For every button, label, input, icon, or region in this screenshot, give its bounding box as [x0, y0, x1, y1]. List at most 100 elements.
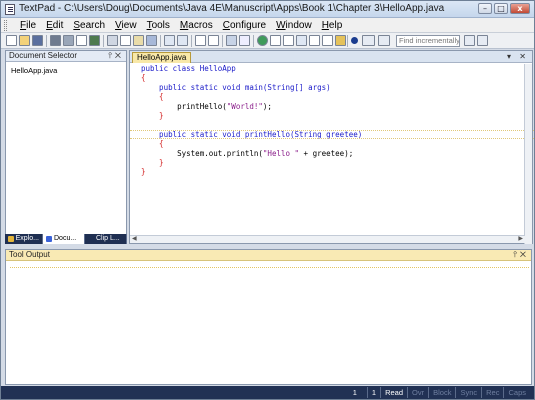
close-button[interactable]: x	[510, 3, 530, 14]
undo-icon[interactable]	[164, 35, 175, 46]
editor-tab-controls[interactable]: ▾ ✕	[507, 51, 529, 62]
print-preview-icon[interactable]	[76, 35, 87, 46]
spelling-icon[interactable]	[89, 35, 100, 46]
code-token: }	[141, 110, 164, 120]
tab-clip-library[interactable]: Clip L...	[85, 234, 127, 244]
delete-icon[interactable]	[146, 35, 157, 46]
toolbar-separator	[103, 35, 104, 47]
find-previous-up-icon[interactable]	[477, 35, 488, 46]
toolbar: Find incrementally	[1, 33, 534, 49]
find-incrementally-input[interactable]: Find incrementally	[396, 35, 460, 47]
find-icon[interactable]	[296, 35, 307, 46]
document-list-item[interactable]: HelloApp.java	[6, 62, 126, 75]
tool-output-title: Tool Output	[9, 250, 50, 259]
status-sync[interactable]: Sync	[455, 387, 481, 398]
bookmark-icon[interactable]	[335, 35, 346, 46]
menu-macros[interactable]: Macros	[175, 20, 218, 31]
textpad-app-icon[interactable]	[5, 4, 15, 15]
code-token: public static void main(String[] args)	[141, 82, 331, 92]
spell-check-icon[interactable]	[270, 35, 281, 46]
macro-dropdown-icon[interactable]	[378, 35, 390, 46]
redo-icon[interactable]	[177, 35, 188, 46]
scroll-right-icon[interactable]: ▶	[518, 235, 523, 242]
menu-file-label: ile	[26, 19, 37, 31]
menu-file[interactable]: File	[15, 20, 41, 31]
menu-view-label: iew	[121, 19, 137, 31]
code-line[interactable]: public class HelloApp	[141, 64, 525, 73]
menu-search-label: earch	[80, 19, 106, 31]
status-line-number: 1	[352, 388, 357, 397]
find-next-down-icon[interactable]	[464, 35, 475, 46]
document-selector-panel: Document Selector ⫯✕ HelloApp.java	[5, 50, 127, 242]
code-line[interactable]: {	[141, 73, 525, 82]
toolbar-separator	[191, 35, 192, 47]
compare-files-icon[interactable]	[283, 35, 294, 46]
code-line[interactable]: }	[141, 158, 525, 167]
web-browser-icon[interactable]	[257, 35, 268, 46]
code-token: {	[141, 139, 164, 149]
close-icon[interactable]: ✕	[115, 51, 124, 60]
save-icon[interactable]	[32, 35, 43, 46]
code-editor[interactable]: public class HelloApp{ public static voi…	[130, 64, 534, 234]
word-wrap-icon[interactable]	[226, 35, 237, 46]
open-folder-icon[interactable]	[19, 35, 30, 46]
document-selector-header: Document Selector ⫯✕	[6, 51, 126, 62]
record-macro-icon[interactable]	[351, 37, 358, 44]
print-icon[interactable]	[63, 35, 74, 46]
close-icon[interactable]: ✕	[520, 250, 529, 259]
editor-panel: HelloApp.java ▾ ✕ public class HelloApp{…	[129, 50, 534, 244]
status-recording[interactable]: Rec	[481, 387, 503, 398]
menu-edit[interactable]: Edit	[41, 20, 68, 31]
title-bar[interactable]: TextPad - C:\Users\Doug\Documents\Java 4…	[1, 1, 534, 18]
menu-window[interactable]: Window	[271, 20, 317, 31]
indent-icon[interactable]	[195, 35, 206, 46]
scroll-left-icon[interactable]: ◀	[132, 235, 137, 242]
maximize-button[interactable]: □	[494, 3, 508, 14]
code-token: }	[141, 167, 146, 177]
tab-helloapp-java[interactable]: HelloApp.java	[132, 52, 192, 63]
menu-view[interactable]: View	[110, 20, 142, 31]
horizontal-scrollbar[interactable]: ◀ ▶	[130, 235, 525, 243]
save-all-icon[interactable]	[50, 35, 61, 46]
code-line[interactable]: {	[141, 92, 525, 101]
code-line[interactable]: }	[141, 167, 525, 176]
menu-tools[interactable]: Tools	[142, 20, 175, 31]
menu-configure[interactable]: Configure	[218, 20, 271, 31]
code-line[interactable]	[141, 120, 525, 129]
toolbar-separator	[253, 35, 254, 47]
tool-output-current-line[interactable]	[10, 267, 529, 268]
copy-icon[interactable]	[120, 35, 131, 46]
code-line[interactable]: }	[141, 111, 525, 120]
paragraph-icon[interactable]	[239, 35, 250, 46]
paste-icon[interactable]	[133, 35, 144, 46]
find-in-files-icon[interactable]	[309, 35, 320, 46]
code-line[interactable]: public static void main(String[] args)	[141, 83, 525, 92]
outdent-icon[interactable]	[208, 35, 219, 46]
tab-clip-library-label: Clip L...	[96, 235, 120, 242]
explorer-folder-icon	[8, 236, 14, 242]
code-line[interactable]: public static void printHello(String gre…	[130, 129, 534, 140]
code-line[interactable]: printHello("World!");	[141, 102, 525, 111]
menu-search[interactable]: Search	[68, 20, 110, 31]
menu-macros-mnemonic: M	[179, 19, 189, 31]
menu-help-mnemonic: H	[321, 19, 329, 31]
status-overwrite[interactable]: Ovr	[407, 387, 428, 398]
minimize-button[interactable]: –	[478, 3, 492, 14]
menu-help[interactable]: Help	[317, 20, 348, 31]
replace-icon[interactable]	[322, 35, 333, 46]
vertical-scrollbar[interactable]	[524, 64, 532, 244]
menubar-grip[interactable]	[4, 20, 7, 31]
new-document-icon[interactable]	[6, 35, 17, 46]
menu-tools-label: ools	[151, 19, 170, 31]
tab-document-selector[interactable]: Docu...	[43, 234, 85, 244]
play-macro-icon[interactable]	[362, 35, 375, 46]
status-block[interactable]: Block	[428, 387, 455, 398]
document-selector-controls: ⫯✕	[108, 51, 124, 61]
tab-explorer[interactable]: Explo...	[5, 234, 43, 244]
status-read-mode[interactable]: Read	[380, 387, 407, 398]
cut-icon[interactable]	[107, 35, 118, 46]
code-token: {	[141, 92, 164, 102]
code-line[interactable]: {	[141, 139, 525, 148]
code-line[interactable]: System.out.println("Hello " + greetee);	[141, 149, 525, 158]
code-token: );	[262, 101, 272, 111]
